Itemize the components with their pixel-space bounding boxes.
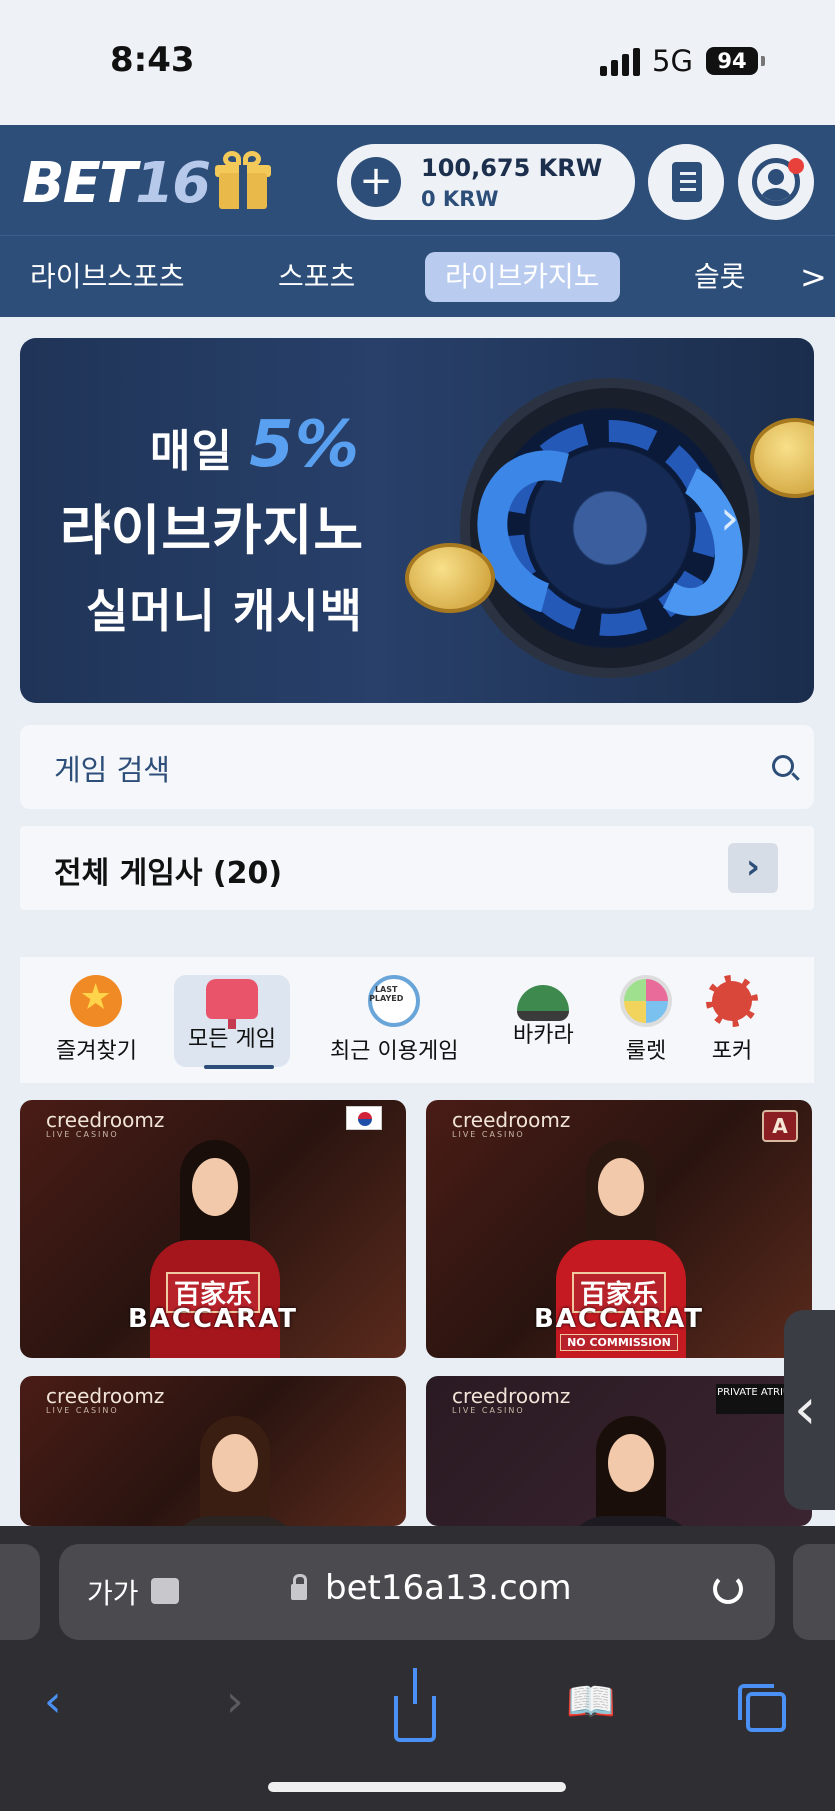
category-label: 룰렛: [625, 1039, 667, 1064]
page: 8:43 5G 94 BET16 + 100,675 KRW 0 KRW 라이브: [0, 0, 835, 1811]
next-tab-preview[interactable]: [793, 1544, 835, 1640]
share-icon[interactable]: [394, 1668, 436, 1742]
notification-dot: [788, 158, 804, 174]
browser-chrome: 가가 bet16a13.com ‹ › 📖: [0, 1526, 835, 1811]
roulette-wheel-icon: [620, 975, 672, 1027]
category-poker[interactable]: 포커: [706, 975, 758, 1065]
forward-chevron-icon[interactable]: ›: [226, 1678, 244, 1726]
banner-line1: 매일: [150, 426, 250, 477]
status-time: 8:43: [110, 40, 195, 80]
nav-sports[interactable]: 스포츠: [258, 252, 375, 302]
provider-brand-sub: LIVE CASINO: [46, 1130, 119, 1139]
search-icon[interactable]: [772, 755, 794, 777]
address-bar[interactable]: 가가 bet16a13.com: [59, 1544, 775, 1640]
provider-brand: creedroomz: [46, 1384, 165, 1408]
star-icon: [70, 975, 123, 1027]
coin-image: [405, 543, 495, 613]
nav-live-casino[interactable]: 라이브카지노: [425, 252, 620, 302]
recent-played-icon: [366, 975, 421, 1027]
nav-slots[interactable]: 슬롯: [674, 252, 766, 302]
category-nav: 라이브스포츠 스포츠 라이브카지노 슬롯 >: [0, 235, 835, 317]
back-chevron-icon[interactable]: ‹: [44, 1678, 62, 1726]
poker-chip-icon: [706, 975, 758, 1027]
provider-brand: creedroomz: [46, 1108, 165, 1132]
category-favorites[interactable]: 즐겨찾기: [56, 975, 137, 1065]
provider-brand-sub: LIVE CASINO: [452, 1406, 525, 1415]
category-recent[interactable]: 최근 이용게임: [330, 975, 458, 1065]
game-tile[interactable]: creedroomz LIVE CASINO 百家乐 BACCARAT: [20, 1100, 406, 1358]
receipt-icon: [672, 162, 702, 202]
provider-brand: creedroomz: [452, 1384, 571, 1408]
provider-brand-sub: LIVE CASINO: [46, 1406, 119, 1415]
game-category-bar: 즐겨찾기 모든 게임 최근 이용게임 바카라 룰렛 포커: [20, 957, 814, 1083]
battery-icon: 94: [706, 47, 758, 75]
category-label: 최근 이용게임: [330, 1039, 459, 1064]
balance-bonus: 0 KRW: [421, 187, 499, 211]
gift-icon[interactable]: [215, 151, 271, 209]
category-label: 즐겨찾기: [56, 1039, 137, 1064]
lamp-icon: [205, 979, 258, 1029]
home-indicator: [268, 1782, 566, 1792]
text-size-button[interactable]: 가가: [87, 1572, 139, 1612]
providers-title: 전체 게임사 (20): [54, 856, 283, 891]
logo-text: BET: [22, 151, 137, 216]
dealer-image: [566, 1416, 696, 1526]
game-subtitle-text: NO COMMISSION: [560, 1334, 678, 1351]
game-tile[interactable]: creedroomz LIVE CASINO: [20, 1376, 406, 1526]
baccarat-table-icon: [517, 985, 570, 1021]
chevron-right-icon[interactable]: ›: [728, 843, 778, 893]
provider-brand: creedroomz: [452, 1108, 571, 1132]
cellular-signal-icon: [600, 46, 642, 76]
nav-more-chevron-icon[interactable]: >: [800, 252, 827, 302]
reload-icon[interactable]: [713, 1574, 743, 1604]
promo-banner[interactable]: 매일 5% 라이브카지노 실머니 캐시백 ‹ ›: [20, 338, 814, 703]
table-badge: A: [762, 1110, 798, 1142]
game-search-input[interactable]: 게임 검색: [20, 725, 814, 809]
coin-image: [750, 418, 814, 498]
battery-tip: [761, 56, 765, 66]
banner-next-icon[interactable]: ›: [720, 488, 750, 548]
network-type: 5G: [652, 44, 693, 78]
url-text[interactable]: bet16a13.com: [325, 1568, 572, 1608]
korea-flag-icon: [346, 1106, 382, 1130]
bookmarks-icon[interactable]: 📖: [566, 1678, 616, 1726]
game-tile[interactable]: creedroomz LIVE CASINO A 百家乐 BACCARAT NO…: [426, 1100, 812, 1358]
deposit-plus-icon[interactable]: +: [351, 157, 401, 207]
category-roulette[interactable]: 룰렛: [620, 975, 672, 1065]
game-title: BACCARAT: [127, 1304, 299, 1334]
previous-tab-preview[interactable]: [0, 1544, 40, 1640]
logo-accent: 16: [135, 151, 211, 216]
nav-live-sports[interactable]: 라이브스포츠: [10, 252, 205, 302]
banner-prev-icon[interactable]: ‹: [95, 488, 125, 548]
site-logo[interactable]: BET16: [22, 151, 211, 216]
category-label: 포커: [711, 1039, 753, 1064]
category-all-games[interactable]: 모든 게임: [174, 975, 290, 1069]
game-subtitle: NO COMMISSION: [426, 1334, 812, 1351]
banner-percent: 5%: [249, 408, 360, 482]
balance-widget[interactable]: + 100,675 KRW 0 KRW: [337, 144, 635, 220]
category-baccarat[interactable]: 바카라: [513, 975, 574, 1049]
betslip-button[interactable]: [648, 144, 724, 220]
side-panel-handle-icon[interactable]: ‹: [784, 1310, 835, 1510]
dealer-image: [170, 1416, 300, 1526]
game-title: BACCARAT: [533, 1304, 705, 1334]
category-label: 바카라: [513, 1023, 574, 1048]
status-bar: 8:43 5G 94: [0, 0, 835, 125]
balance-main: 100,675 KRW: [421, 154, 603, 182]
search-placeholder: 게임 검색: [54, 753, 170, 787]
tabs-icon[interactable]: [738, 1684, 786, 1732]
banner-line3: 실머니 캐시백: [86, 584, 363, 638]
extension-icon[interactable]: [151, 1578, 179, 1604]
game-tile[interactable]: creedroomz LIVE CASINO PRIVATE ATRIUM: [426, 1376, 812, 1526]
site-header: BET16 + 100,675 KRW 0 KRW: [0, 125, 835, 235]
lock-icon: [291, 1574, 307, 1600]
provider-brand-sub: LIVE CASINO: [452, 1130, 525, 1139]
provider-selector[interactable]: 전체 게임사 (20) ›: [20, 826, 814, 910]
profile-button[interactable]: [738, 144, 814, 220]
